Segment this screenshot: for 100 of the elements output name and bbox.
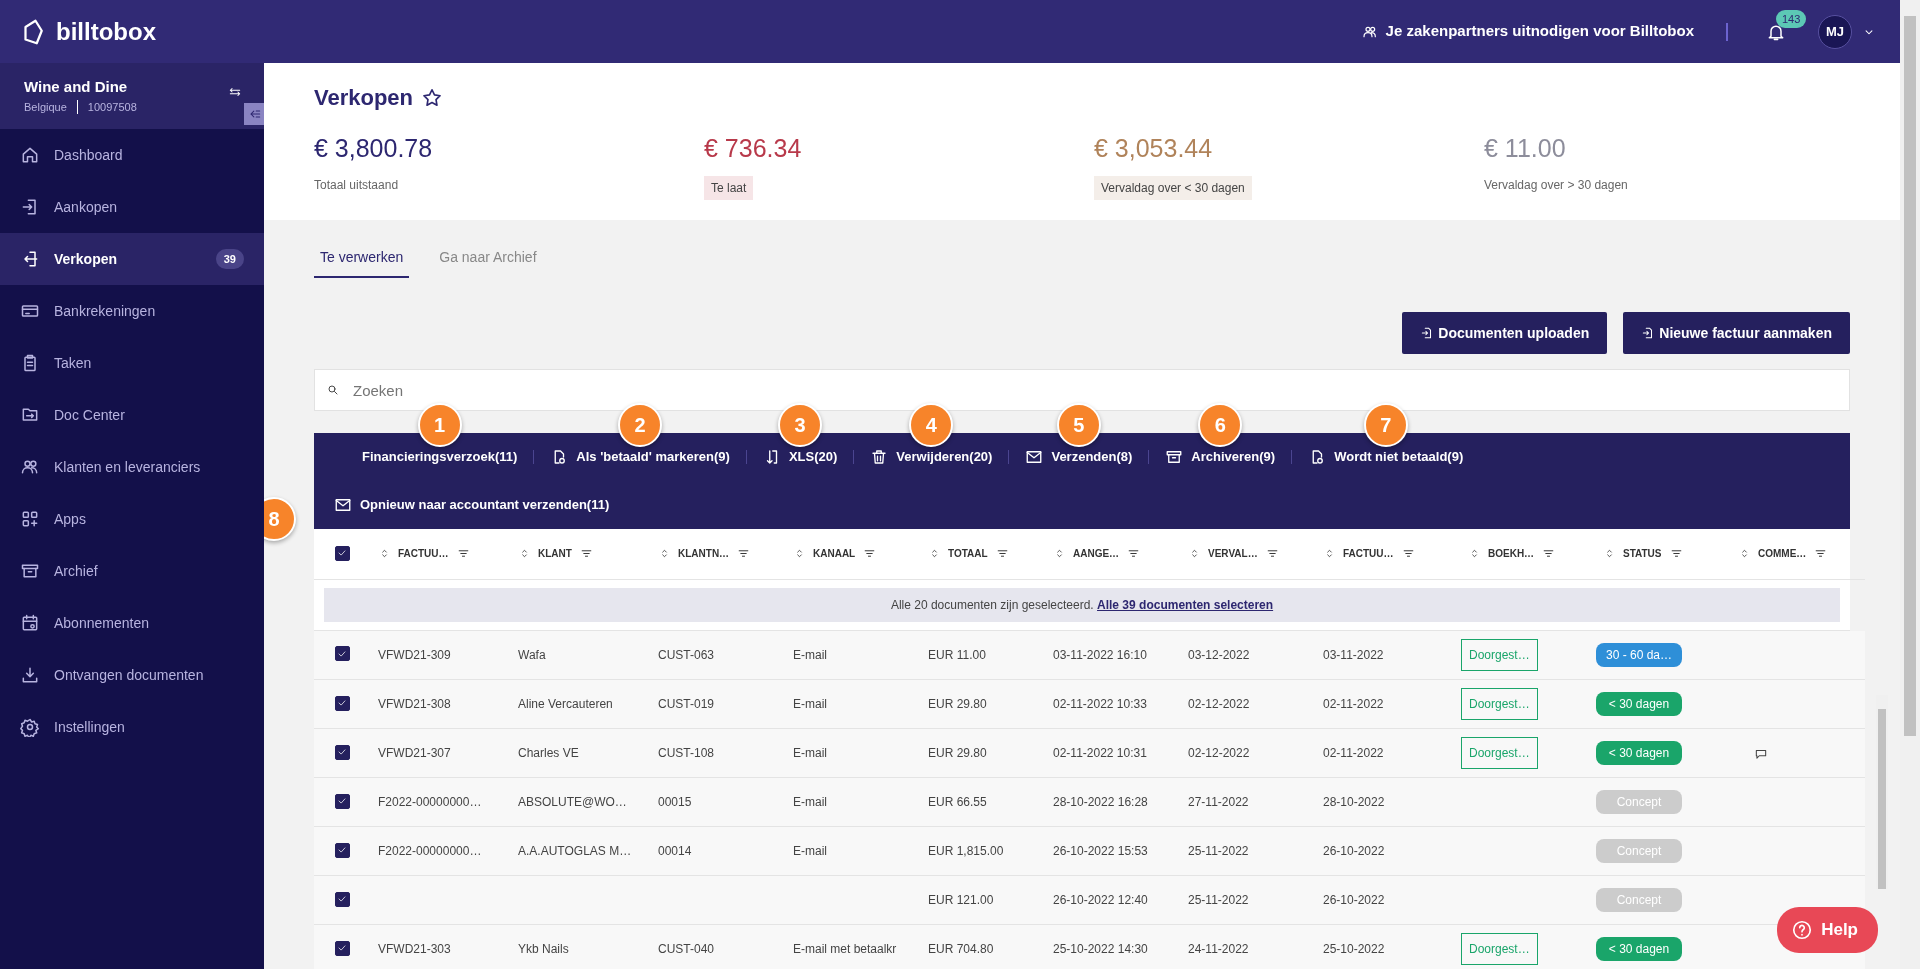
- calendar-icon: [20, 613, 40, 633]
- row-checkbox[interactable]: [334, 744, 350, 760]
- sort-icon[interactable]: [1054, 548, 1065, 560]
- sort-icon[interactable]: [794, 548, 805, 560]
- archive-icon: [20, 561, 40, 581]
- invoice-number: VFWD21-303: [378, 942, 451, 956]
- column-header: KLANT: [538, 547, 572, 562]
- action-button[interactable]: Als 'betaald' markeren(9): [534, 447, 746, 467]
- invoice-date: 28-10-2022: [1323, 795, 1385, 809]
- invoice-date: 26-10-2022: [1323, 893, 1385, 907]
- callout-marker: 6: [1198, 403, 1243, 448]
- channel: E-mail: [793, 746, 827, 760]
- sidebar-item[interactable]: Instellingen: [0, 701, 264, 753]
- invoice-number: F2022-00000000…: [378, 795, 482, 809]
- select-all-link[interactable]: Alle 39 documenten selecteren: [1097, 597, 1274, 612]
- client-number: CUST-063: [658, 647, 715, 662]
- sidebar-item[interactable]: Verkopen 39: [0, 233, 264, 285]
- total-amount: EUR 704.80: [928, 942, 994, 956]
- row-checkbox[interactable]: [334, 695, 350, 711]
- sort-icon[interactable]: [1739, 548, 1750, 560]
- apps-icon: [20, 509, 40, 529]
- total-amount: EUR 121.00: [928, 893, 994, 907]
- sidebar-item[interactable]: Archief: [0, 545, 264, 597]
- help-button[interactable]: Help: [1777, 907, 1878, 953]
- sidebar-item[interactable]: Klanten en leveranciers: [0, 441, 264, 493]
- total-amount: EUR 1,815.00: [928, 844, 1004, 858]
- status-tag: Te laat: [704, 175, 754, 200]
- created-date: 28-10-2022 16:28: [1053, 795, 1148, 809]
- download-icon: [20, 665, 40, 685]
- primary-button[interactable]: Documenten uploaden: [1402, 312, 1608, 354]
- tab[interactable]: Te verwerken: [314, 246, 410, 278]
- primary-button[interactable]: Nieuwe factuur aanmaken: [1623, 312, 1850, 354]
- action-button[interactable]: Financieringsverzoek(11): [346, 447, 534, 467]
- sort-icon[interactable]: [1469, 548, 1480, 560]
- due-date: 25-11-2022: [1188, 893, 1249, 907]
- due-date: 25-11-2022: [1188, 844, 1249, 858]
- callout-marker: 4: [909, 403, 954, 448]
- sidebar-item[interactable]: Abonnementen: [0, 597, 264, 649]
- sidebar-item[interactable]: Taken: [0, 337, 264, 389]
- created-date: 25-10-2022 14:30: [1053, 942, 1148, 956]
- action-button[interactable]: Wordt niet betaald(9): [1292, 447, 1480, 467]
- sidebar-item[interactable]: Apps: [0, 493, 264, 545]
- check-icon: [337, 648, 347, 659]
- sort-icon[interactable]: [929, 548, 940, 560]
- sort-icon[interactable]: [519, 548, 530, 560]
- column-header: KLANTN…: [678, 547, 730, 562]
- action-button[interactable]: XLS(20): [746, 447, 854, 467]
- action-button[interactable]: Verzenden(8): [1009, 447, 1149, 467]
- column-header: TOTAAL: [948, 547, 988, 562]
- row-checkbox[interactable]: [334, 793, 350, 809]
- column-header: FACTUU…: [398, 547, 449, 562]
- row-checkbox[interactable]: [334, 891, 350, 907]
- total-amount: EUR 29.80: [928, 697, 987, 711]
- people-icon: [20, 457, 40, 477]
- invoice-date: 25-10-2022: [1323, 942, 1385, 956]
- company-country: Belgique: [24, 100, 67, 115]
- sort-icon[interactable]: [379, 548, 390, 560]
- action-button[interactable]: Opnieuw naar accountant verzenden(11): [318, 495, 626, 515]
- status-tag: Vervaldag over < 30 dagen: [1094, 175, 1252, 200]
- invoice-date: 02-11-2022: [1323, 697, 1384, 711]
- sidebar-item[interactable]: Doc Center: [0, 389, 264, 441]
- invite-link[interactable]: Je zakenpartners uitnodigen voor Billtobox: [1361, 20, 1694, 43]
- sidebar-item[interactable]: Ontvangen documenten: [0, 649, 264, 701]
- action-button[interactable]: Archiveren(9): [1149, 447, 1292, 467]
- sort-icon[interactable]: [1189, 548, 1200, 560]
- mail-icon: [334, 496, 352, 514]
- invoice-number: VFWD21-307: [378, 746, 451, 760]
- amount-value: € 3,053.44: [1094, 133, 1214, 164]
- row-checkbox[interactable]: [334, 940, 350, 956]
- booking-status: Doorgest…: [1461, 688, 1538, 720]
- action-button[interactable]: Verwijderen(20): [854, 447, 1009, 467]
- channel: E-mail: [793, 647, 827, 662]
- sort-icon[interactable]: [1324, 548, 1335, 560]
- row-checkbox[interactable]: [334, 842, 350, 858]
- created-date: 26-10-2022 15:53: [1053, 844, 1148, 858]
- check-icon: [337, 796, 347, 806]
- due-date: 24-11-2022: [1188, 942, 1249, 956]
- status-pill: < 30 dagen: [1596, 741, 1682, 765]
- client-name: Ykb Nails: [518, 942, 569, 956]
- callout-marker: 3: [778, 403, 823, 448]
- select-all-checkbox[interactable]: [334, 545, 350, 561]
- created-date: 03-11-2022 16:10: [1053, 647, 1147, 662]
- invoice-date: 26-10-2022: [1323, 844, 1385, 858]
- sort-icon[interactable]: [659, 548, 670, 560]
- client-number: 00014: [658, 844, 692, 858]
- user-avatar[interactable]: MJ: [1818, 14, 1852, 49]
- sort-icon[interactable]: [1604, 548, 1615, 560]
- sidebar-item[interactable]: Dashboard: [0, 129, 264, 181]
- created-date: 26-10-2022 12:40: [1053, 893, 1148, 907]
- sidebar-item[interactable]: Aankopen: [0, 181, 264, 233]
- row-checkbox[interactable]: [334, 646, 350, 662]
- swap-icon[interactable]: [228, 85, 242, 99]
- client-name: Charles VE: [518, 746, 579, 760]
- due-date: 02-12-2022: [1188, 697, 1250, 711]
- star-icon[interactable]: [421, 86, 444, 109]
- logo-text[interactable]: billtobox: [56, 13, 156, 50]
- collapse-button[interactable]: [244, 103, 266, 125]
- count-badge: 39: [215, 248, 244, 270]
- sidebar-item[interactable]: Bankrekeningen: [0, 285, 264, 337]
- invoice-number: VFWD21-309: [378, 647, 451, 662]
